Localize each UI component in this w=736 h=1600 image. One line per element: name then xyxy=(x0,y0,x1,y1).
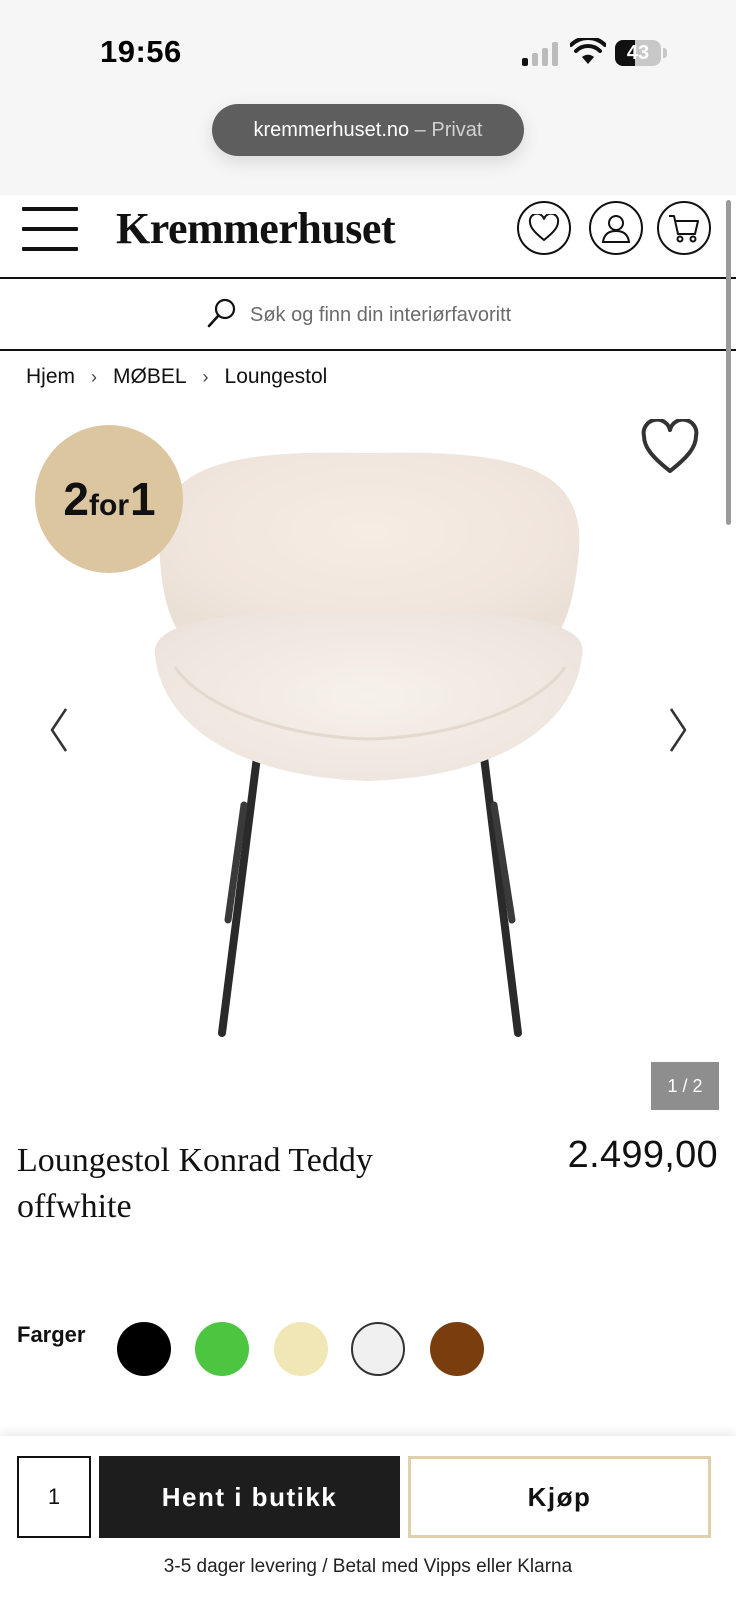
user-icon xyxy=(601,215,631,243)
color-swatch-cream[interactable] xyxy=(274,1322,328,1376)
cart-button[interactable] xyxy=(657,201,711,255)
product-price: 2.499,00 xyxy=(567,1134,718,1176)
badge-number-right: 1 xyxy=(130,473,156,525)
site-header: Kremmerhuset xyxy=(0,195,736,279)
previous-image-icon[interactable] xyxy=(44,705,74,755)
status-bar: 19:56 43 xyxy=(0,0,736,100)
account-button[interactable] xyxy=(589,201,643,255)
search-input[interactable] xyxy=(250,297,610,333)
site-logo[interactable]: Kremmerhuset xyxy=(116,203,396,254)
battery-icon: 43 xyxy=(615,40,667,66)
menu-icon[interactable] xyxy=(22,205,80,253)
buy-button[interactable]: Kjøp xyxy=(408,1456,711,1538)
color-swatch-offwhite[interactable] xyxy=(351,1322,405,1376)
purchase-bar: Hent i butikk Kjøp 3-5 dager levering / … xyxy=(0,1436,736,1600)
page-scrollbar[interactable] xyxy=(726,200,731,525)
search-bar xyxy=(0,279,736,351)
color-swatch-green[interactable] xyxy=(195,1322,249,1376)
url-bar[interactable]: kremmerhuset.no – Privat xyxy=(212,104,524,156)
chevron-right-icon: › xyxy=(202,366,209,387)
breadcrumb-category[interactable]: MØBEL xyxy=(113,365,187,389)
color-swatch-brown[interactable] xyxy=(430,1322,484,1376)
url-domain: kremmerhuset.no xyxy=(253,119,410,141)
heart-icon xyxy=(528,214,560,242)
badge-number-left: 2 xyxy=(63,473,89,525)
product-gallery: 2 for 1 1 / 2 xyxy=(0,405,736,1110)
image-counter: 1 / 2 xyxy=(651,1062,719,1110)
wifi-icon xyxy=(570,38,606,64)
color-swatch-black[interactable] xyxy=(117,1322,171,1376)
cellular-signal-icon xyxy=(522,42,558,66)
wishlist-button[interactable] xyxy=(517,201,571,255)
private-mode-label: – Privat xyxy=(409,119,483,141)
promo-badge-2for1: 2 for 1 xyxy=(35,425,183,573)
breadcrumb-current[interactable]: Loungestol xyxy=(225,365,328,389)
quantity-input[interactable] xyxy=(17,1456,91,1538)
next-image-icon[interactable] xyxy=(663,705,693,755)
browser-url-area: kremmerhuset.no – Privat xyxy=(0,100,736,195)
badge-word: for xyxy=(89,489,129,522)
status-time: 19:56 xyxy=(100,34,182,69)
breadcrumb-home[interactable]: Hjem xyxy=(26,365,75,389)
cart-icon xyxy=(669,215,699,243)
favorite-heart-icon[interactable] xyxy=(640,419,700,475)
colors-label: Farger xyxy=(17,1322,86,1347)
chevron-right-icon: › xyxy=(91,366,98,387)
breadcrumb: Hjem › MØBEL › Loungestol xyxy=(26,362,327,392)
search-icon xyxy=(207,298,236,328)
pickup-in-store-button[interactable]: Hent i butikk xyxy=(99,1456,400,1538)
battery-level: 43 xyxy=(626,42,650,64)
product-title: Loungestol Konrad Teddy offwhite xyxy=(17,1142,373,1225)
delivery-note: 3-5 dager levering / Betal med Vipps ell… xyxy=(163,1556,573,1577)
